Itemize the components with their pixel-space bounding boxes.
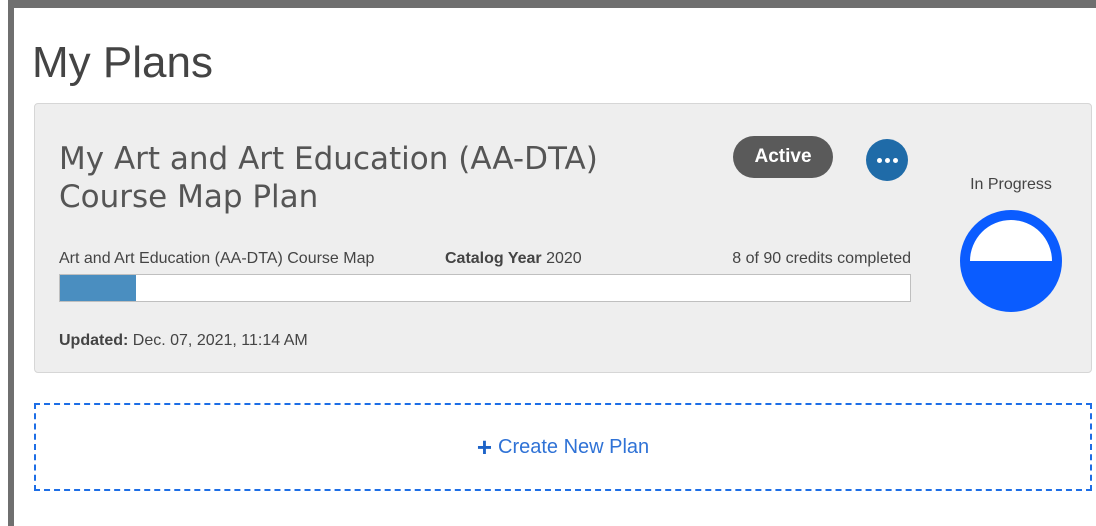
more-options-button[interactable] xyxy=(866,139,908,181)
credits-completed-text: 8 of 90 credits completed xyxy=(732,250,911,267)
progress-status-label: In Progress xyxy=(970,176,1052,193)
create-new-plan-button[interactable]: + Create New Plan xyxy=(34,403,1092,491)
catalog-year: Catalog Year 2020 xyxy=(445,250,582,268)
ellipsis-dot xyxy=(884,157,890,163)
course-map-name: Art and Art Education (AA-DTA) Course Ma… xyxy=(59,250,375,267)
status-badge: Active xyxy=(733,136,833,178)
ellipsis-icon xyxy=(876,157,882,163)
catalog-year-label: Catalog Year xyxy=(445,250,542,267)
plan-title[interactable]: My Art and Art Education (AA-DTA) Course… xyxy=(59,140,699,216)
credits-progress-bar xyxy=(59,274,911,302)
content-frame: My Plans My Art and Art Education (AA-DT… xyxy=(8,0,1096,526)
updated-value: Dec. 07, 2021, 11:14 AM xyxy=(132,332,308,349)
create-new-plan-label: Create New Plan xyxy=(498,435,650,458)
progress-gauge-icon xyxy=(960,210,1062,312)
ellipsis-dot xyxy=(892,157,898,163)
plus-icon: + xyxy=(476,432,492,462)
updated-label: Updated: xyxy=(59,332,129,349)
page-title: My Plans xyxy=(32,38,213,87)
catalog-year-value: 2020 xyxy=(546,250,582,267)
credits-progress-fill xyxy=(60,275,136,301)
plan-card[interactable]: My Art and Art Education (AA-DTA) Course… xyxy=(34,103,1092,373)
updated-timestamp: Updated: Dec. 07, 2021, 11:14 AM xyxy=(59,332,308,350)
plan-meta-row: Art and Art Education (AA-DTA) Course Ma… xyxy=(59,250,911,272)
